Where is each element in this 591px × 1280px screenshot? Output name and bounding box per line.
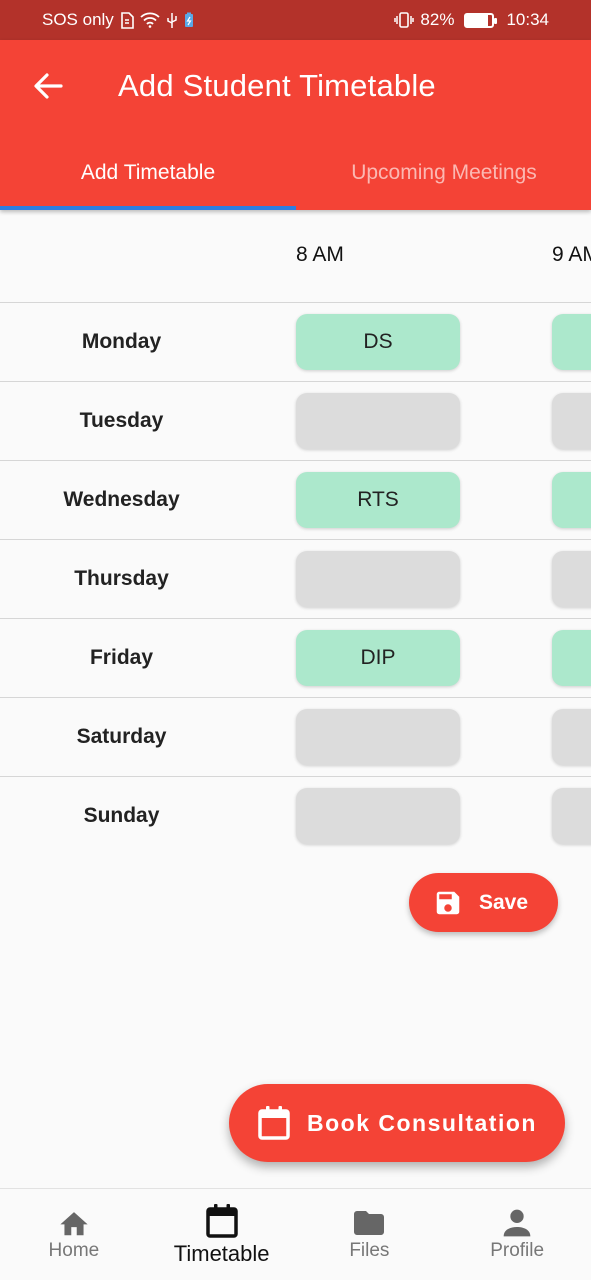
time-slot[interactable]: DS — [296, 314, 460, 370]
person-icon — [503, 1209, 531, 1236]
day-label: Monday — [81, 330, 162, 353]
battery-saver-icon — [184, 12, 193, 27]
sim-icon — [121, 11, 134, 29]
battery-level — [466, 14, 488, 26]
time-slot[interactable] — [552, 314, 591, 370]
nav-item-timetable[interactable]: Timetable — [148, 1189, 296, 1280]
status-bar: SOS only 82% 10:34 — [0, 0, 591, 40]
nav-item-profile[interactable]: Profile — [443, 1189, 591, 1280]
book-consultation-button[interactable]: Book Consultation — [229, 1084, 565, 1162]
status-left: SOS only — [42, 10, 194, 30]
time-slot[interactable] — [552, 709, 591, 765]
time-slot[interactable] — [552, 630, 591, 686]
arrow-back-icon — [34, 73, 63, 99]
time-slot[interactable] — [296, 393, 460, 449]
timetable-grid[interactable]: 8 AM 9 AM Monday DS Tuesday Wednesday RT… — [0, 210, 591, 865]
time-slot[interactable] — [296, 551, 460, 607]
nav-item-files[interactable]: Files — [296, 1189, 444, 1280]
wifi-icon — [140, 12, 160, 28]
day-label: Friday — [89, 646, 154, 669]
carrier-text: SOS only — [42, 10, 114, 29]
calendar-icon — [258, 1106, 290, 1140]
calendar-icon — [205, 1203, 238, 1238]
usb-icon — [167, 12, 177, 28]
battery-icon — [464, 12, 498, 28]
tab-upcoming-meetings[interactable]: Upcoming Meetings — [296, 136, 591, 210]
tab-label: Upcoming Meetings — [351, 161, 537, 184]
time-slot[interactable] — [552, 788, 591, 844]
time-header-8am: 8 AM — [296, 243, 344, 266]
book-consultation-label: Book Consultation — [307, 1109, 537, 1136]
day-label: Saturday — [76, 725, 167, 748]
bottom-nav: Home Timetable Files Profile — [0, 1188, 591, 1280]
time-slot[interactable] — [296, 709, 460, 765]
time-header-9am: 9 AM — [552, 243, 591, 266]
tab-label: Add Timetable — [80, 161, 216, 184]
day-label: Thursday — [74, 567, 169, 590]
nav-label: Home — [48, 1239, 100, 1261]
save-icon — [436, 891, 460, 914]
day-label: Sunday — [83, 804, 160, 827]
app-bar: Add Student Timetable Add Timetable Upco… — [0, 40, 591, 210]
day-label: Wednesday — [63, 488, 180, 511]
day-label: Tuesday — [79, 409, 164, 432]
table-row: Wednesday RTS — [0, 460, 591, 539]
vibrate-icon — [394, 12, 415, 28]
clock: 10:34 — [506, 10, 549, 29]
page-title: Add Student Timetable — [118, 68, 436, 103]
table-row: Monday DS — [0, 302, 591, 381]
nav-item-home[interactable]: Home — [0, 1189, 148, 1280]
battery-percent: 82% — [420, 10, 455, 29]
time-slot[interactable]: DIP — [296, 630, 460, 686]
time-slot[interactable] — [552, 472, 591, 528]
save-button[interactable]: Save — [409, 873, 558, 932]
save-label: Save — [479, 890, 529, 914]
table-row: Tuesday — [0, 381, 591, 460]
time-slot[interactable] — [552, 551, 591, 607]
back-button[interactable] — [28, 66, 68, 106]
nav-label: Timetable — [173, 1240, 270, 1266]
table-row: Sunday — [0, 776, 591, 855]
status-right: 82% 10:34 — [394, 10, 549, 30]
table-row: Friday DIP — [0, 618, 591, 697]
time-slot[interactable]: RTS — [296, 472, 460, 528]
table-row: Thursday — [0, 539, 591, 618]
time-slot[interactable] — [296, 788, 460, 844]
tab-add-timetable[interactable]: Add Timetable — [0, 136, 296, 210]
home-icon — [60, 1211, 88, 1235]
time-slot[interactable] — [552, 393, 591, 449]
nav-label: Profile — [490, 1239, 545, 1261]
table-row: Saturday — [0, 697, 591, 776]
nav-label: Files — [349, 1239, 390, 1261]
folder-icon — [354, 1210, 385, 1235]
